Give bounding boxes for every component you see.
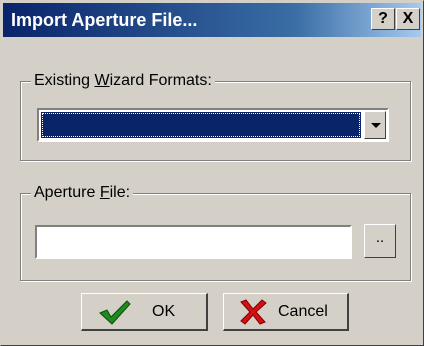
browse-button[interactable]: ..: [364, 224, 396, 258]
dropdown-arrow-button[interactable]: [364, 111, 386, 139]
wizard-formats-selection: [41, 112, 361, 138]
ok-button[interactable]: OK: [81, 293, 208, 331]
aperture-file-label-suffix: ile:: [109, 184, 131, 201]
title-bar[interactable]: Import Aperture File... ? X: [3, 3, 421, 37]
wizard-formats-label-accel: W: [94, 72, 110, 89]
wizard-formats-dropdown[interactable]: [37, 108, 389, 142]
aperture-file-label: Aperture File:: [31, 183, 134, 203]
chevron-down-icon: [371, 123, 381, 128]
aperture-file-group: Aperture File: ..: [20, 183, 411, 281]
import-aperture-dialog: Import Aperture File... ? X Existing Wiz…: [0, 0, 424, 346]
cancel-label: Cancel: [278, 303, 328, 320]
wizard-formats-label-suffix: izard Formats:: [109, 72, 212, 89]
aperture-file-label-prefix: Aperture: [34, 184, 100, 201]
wizard-formats-label-prefix: Existing: [34, 72, 95, 89]
dialog-title: Import Aperture File...: [11, 10, 198, 30]
aperture-file-input[interactable]: [35, 225, 352, 259]
checkmark-icon: [98, 299, 132, 330]
wizard-formats-group: Existing Wizard Formats:: [20, 71, 411, 161]
ok-label: OK: [152, 303, 176, 320]
wizard-formats-label: Existing Wizard Formats:: [31, 71, 215, 91]
aperture-file-label-accel: F: [99, 184, 110, 201]
red-x-icon: [238, 299, 268, 330]
close-button[interactable]: X: [396, 8, 420, 30]
cancel-button[interactable]: Cancel: [223, 293, 349, 331]
help-button[interactable]: ?: [371, 8, 395, 30]
